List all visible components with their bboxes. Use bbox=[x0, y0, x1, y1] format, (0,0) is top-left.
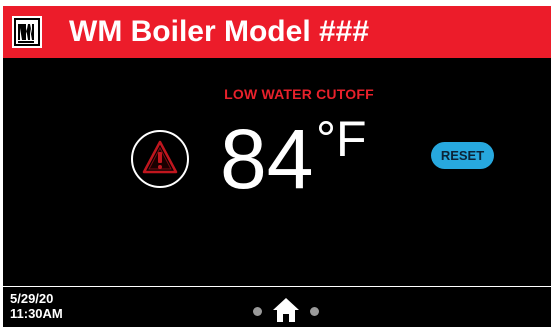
page-dot-left[interactable] bbox=[253, 307, 262, 316]
date-time-display: 5/29/20 11:30AM bbox=[10, 291, 63, 321]
header-bar: WM Boiler Model ### bbox=[3, 6, 551, 58]
reset-button[interactable]: RESET bbox=[431, 142, 494, 169]
page-navigation bbox=[251, 296, 323, 324]
date-text: 5/29/20 bbox=[10, 291, 54, 306]
temperature-value: 84 bbox=[220, 112, 314, 206]
boiler-display: WM Boiler Model ### LOW WATER CUTOFF 84 … bbox=[0, 0, 551, 327]
home-icon[interactable] bbox=[271, 296, 301, 324]
alert-message: LOW WATER CUTOFF bbox=[224, 86, 374, 102]
wm-logo-icon bbox=[12, 16, 42, 48]
time-text: 11:30AM bbox=[10, 306, 63, 321]
temperature-unit: °F bbox=[316, 111, 367, 167]
footer-divider bbox=[3, 286, 551, 287]
page-title: WM Boiler Model ### bbox=[69, 15, 370, 48]
main-panel: LOW WATER CUTOFF 84 °F RESET 5/29/20 11:… bbox=[3, 58, 551, 327]
page-dot-right[interactable] bbox=[310, 307, 319, 316]
warning-icon bbox=[131, 130, 189, 188]
